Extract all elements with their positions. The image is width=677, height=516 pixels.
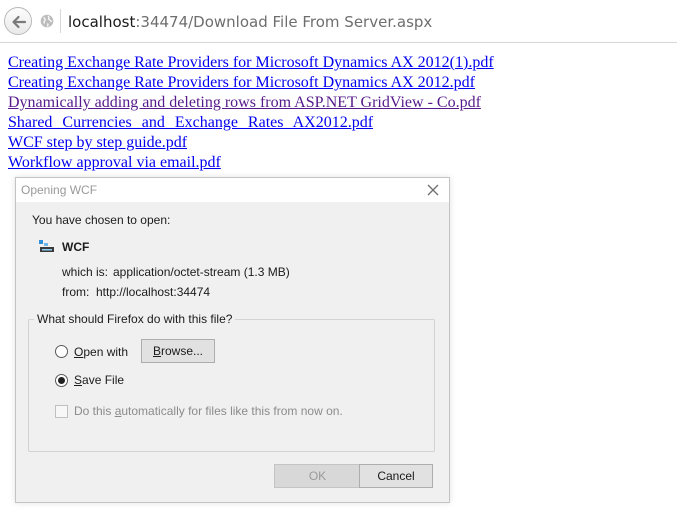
source-url-value: http://localhost:34474 xyxy=(96,285,211,299)
open-file-dialog: Opening WCF You have chosen to open: WCF… xyxy=(15,177,450,503)
file-link[interactable]: WCF step by step guide.pdf xyxy=(8,134,187,151)
file-link[interactable]: Workflow approval via email.pdf xyxy=(8,154,221,171)
file-link[interactable]: Dynamically adding and deleting rows fro… xyxy=(8,94,481,111)
save-file-label[interactable]: Save File xyxy=(74,373,124,387)
dialog-title: Opening WCF xyxy=(21,183,98,197)
open-with-label[interactable]: Open with xyxy=(74,345,128,359)
from-label: from: xyxy=(62,285,90,299)
application-file-icon xyxy=(39,240,54,252)
close-icon[interactable] xyxy=(425,182,441,198)
file-link[interactable]: Creating Exchange Rate Providers for Mic… xyxy=(8,54,494,71)
file-list: Creating Exchange Rate Providers for Mic… xyxy=(8,52,494,172)
list-item: Shared Currencies and Exchange Rates AX2… xyxy=(8,112,494,132)
chosen-label: You have chosen to open: xyxy=(32,213,171,227)
auto-pre: Do this xyxy=(74,404,115,418)
file-link[interactable]: Creating Exchange Rate Providers for Mic… xyxy=(8,74,475,91)
globe-icon[interactable] xyxy=(40,14,54,28)
url-host: localhost xyxy=(68,13,136,31)
list-item: Workflow approval via email.pdf xyxy=(8,152,494,172)
open-with-radio[interactable] xyxy=(55,345,68,358)
browse-text: rowse... xyxy=(161,344,204,358)
open-with-text: pen with xyxy=(83,345,129,359)
save-file-radio[interactable] xyxy=(55,374,68,387)
address-bar: localhost:34474/Download File From Serve… xyxy=(0,0,677,43)
auto-checkbox xyxy=(55,405,68,418)
action-question: What should Firefox do with this file? xyxy=(34,312,236,326)
back-button[interactable] xyxy=(4,7,32,35)
file-type-value: application/octet-stream (1.3 MB) xyxy=(113,265,290,279)
file-name: WCF xyxy=(62,240,90,254)
save-file-access-key: S xyxy=(74,373,83,387)
list-item: Dynamically adding and deleting rows fro… xyxy=(8,92,494,112)
open-with-access-key: O xyxy=(74,345,84,359)
browse-button[interactable]: Browse... xyxy=(141,339,215,363)
which-label: which is: xyxy=(62,265,109,279)
browse-access-key: B xyxy=(152,344,161,358)
url-separator xyxy=(60,9,61,33)
url-path: :34474/Download File From Server.aspx xyxy=(135,13,433,31)
file-link[interactable]: Shared Currencies and Exchange Rates AX2… xyxy=(8,114,373,131)
list-item: WCF step by step guide.pdf xyxy=(8,132,494,152)
cancel-button[interactable]: Cancel xyxy=(359,464,433,488)
dialog-titlebar: Opening WCF xyxy=(16,178,449,202)
url-input[interactable]: localhost:34474/Download File From Serve… xyxy=(68,12,432,32)
save-file-text: ave File xyxy=(82,373,125,387)
list-item: Creating Exchange Rate Providers for Mic… xyxy=(8,52,494,72)
back-arrow-icon xyxy=(12,15,27,29)
list-item: Creating Exchange Rate Providers for Mic… xyxy=(8,72,494,92)
auto-label: Do this automatically for files like thi… xyxy=(74,404,343,418)
ok-button[interactable]: OK xyxy=(274,464,361,488)
auto-text: utomatically for files like this from no… xyxy=(121,404,343,418)
